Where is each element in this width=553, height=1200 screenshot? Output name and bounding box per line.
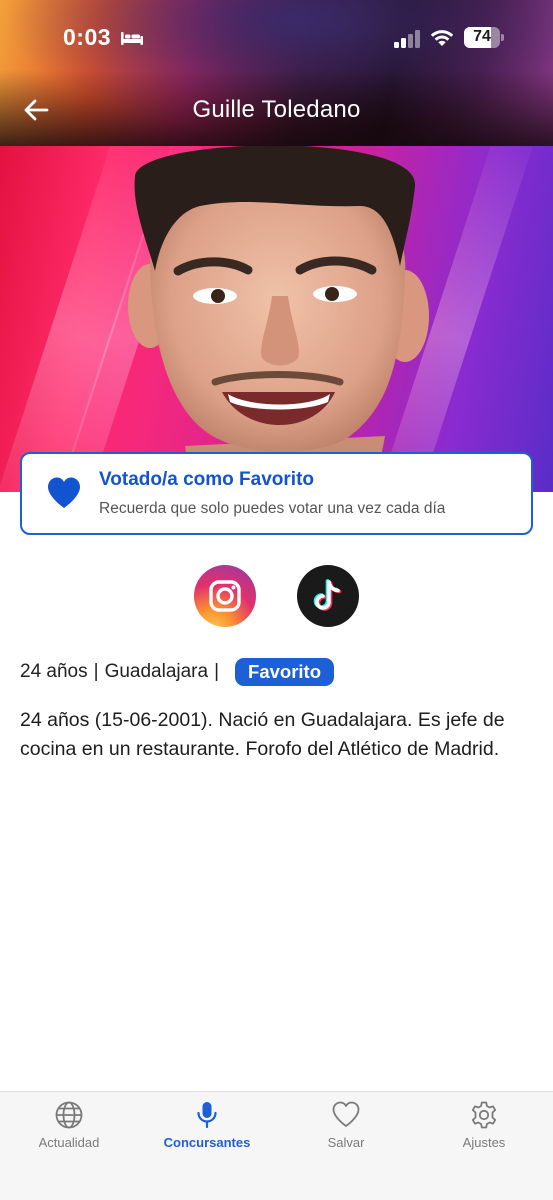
tab-label: Actualidad [38,1135,100,1150]
contestant-photo [0,146,553,492]
profile-bio: 24 años (15-06-2001). Nació en Guadalaja… [20,709,505,760]
vote-subtitle: Recuerda que solo puedes votar una vez c… [99,500,446,517]
tab-label: Concursantes [163,1135,251,1150]
heart-outline-icon [332,1101,360,1127]
vote-title: Votado/a como Favorito [99,469,315,490]
wifi-icon [430,30,454,46]
tiktok-icon [313,579,342,611]
tiktok-button[interactable] [297,565,359,627]
page-title: Guille Toledano [192,96,361,123]
tab-ajustes[interactable]: Ajustes [415,1100,553,1160]
tab-actualidad[interactable]: Actualidad [0,1100,138,1160]
profile-city: Guadalajara [104,661,209,682]
tab-concursantes[interactable]: Concursantes [138,1100,276,1160]
globe-icon [55,1101,83,1129]
meta-separator: | [214,661,220,682]
status-time: 0:03 [63,24,112,50]
microphone-icon [197,1102,217,1129]
tab-bar: Actualidad Concursantes Salvar Ajustes [0,1091,553,1200]
profile-meta: 24 años | Guadalajara | Favorito [20,657,335,687]
navigation-bar: Guille Toledano [0,80,553,140]
favorite-badge: Favorito [235,658,335,686]
battery-level: 74 [473,28,491,45]
battery-icon: 74 [464,27,504,48]
status-bar: 0:03 74 [0,0,553,74]
instagram-icon [209,580,241,612]
bed-icon [121,32,143,45]
gear-icon [471,1101,497,1129]
tab-label: Salvar [327,1135,365,1150]
signal-icon [394,30,420,48]
contestant-portrait [128,146,429,492]
vote-status-card: Votado/a como Favorito Recuerda que solo… [20,452,533,535]
instagram-button[interactable] [194,565,256,627]
heart-icon [48,477,80,508]
meta-separator: | [93,661,99,682]
tab-label: Ajustes [462,1135,506,1150]
tab-salvar[interactable]: Salvar [277,1100,415,1160]
profile-age: 24 años [20,661,88,682]
